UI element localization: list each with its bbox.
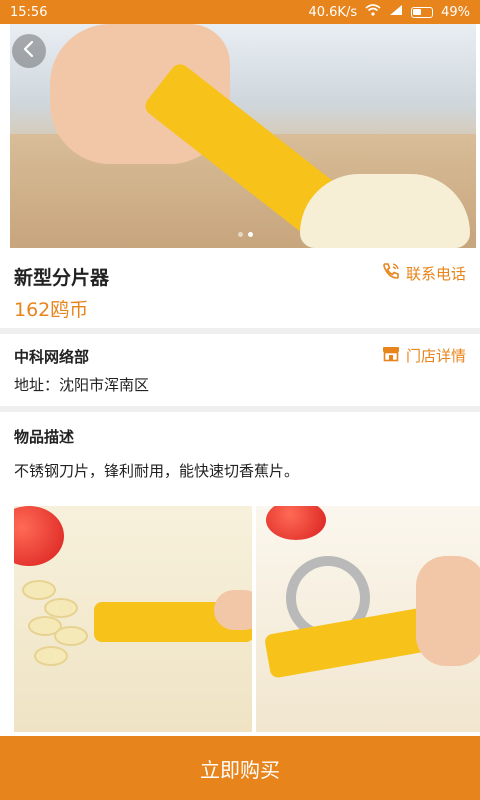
store-name: 中科网络部 — [14, 348, 90, 366]
carousel-dot-active — [248, 232, 253, 237]
status-icons: 40.6K/s 49% — [308, 4, 470, 20]
chevron-left-icon — [22, 40, 36, 63]
battery-percent: 49% — [441, 4, 470, 20]
banana-illustration — [300, 174, 470, 248]
store-detail-button[interactable]: 门店详情 — [382, 345, 466, 366]
hand-illustration — [214, 590, 252, 630]
description-section: 物品描述 不锈钢刀片，锋利耐用，能快速切香蕉片。 — [0, 412, 480, 732]
status-time: 15:56 — [10, 4, 48, 20]
description-image-2[interactable] — [256, 506, 480, 732]
product-info: 新型分片器 162鸥币 联系电话 — [0, 248, 480, 328]
store-icon — [382, 346, 400, 366]
phone-icon — [382, 262, 400, 284]
store-address: 地址：沈阳市浑南区 — [14, 376, 150, 394]
banana-slice — [54, 626, 88, 646]
description-title: 物品描述 — [14, 428, 75, 446]
network-speed: 40.6K/s — [308, 4, 358, 20]
hand-illustration — [416, 556, 480, 666]
store-info: 中科网络部 地址：沈阳市浑南区 门店详情 — [0, 334, 480, 406]
wifi-icon — [365, 4, 381, 20]
banana-slice — [44, 598, 78, 618]
store-detail-label: 门店详情 — [405, 347, 466, 365]
status-bar: 15:56 40.6K/s 49% — [0, 0, 480, 24]
product-price: 162鸥币 — [14, 299, 89, 321]
buy-now-button[interactable]: 立即购买 — [0, 736, 480, 800]
banana-slice — [34, 646, 68, 666]
signal-icon — [389, 4, 403, 20]
battery-icon — [411, 6, 434, 18]
product-title: 新型分片器 — [14, 267, 110, 289]
apple-illustration — [266, 506, 326, 540]
apple-illustration — [14, 506, 64, 566]
carousel-indicator — [238, 232, 253, 237]
banana-slice — [22, 580, 56, 600]
carousel-dot — [238, 232, 243, 237]
back-button[interactable] — [12, 34, 46, 68]
contact-phone-label: 联系电话 — [405, 264, 466, 283]
contact-phone-button[interactable]: 联系电话 — [382, 262, 466, 284]
description-text: 不锈钢刀片，锋利耐用，能快速切香蕉片。 — [14, 462, 300, 480]
description-image-1[interactable] — [14, 506, 252, 732]
product-image-carousel[interactable] — [10, 24, 476, 248]
